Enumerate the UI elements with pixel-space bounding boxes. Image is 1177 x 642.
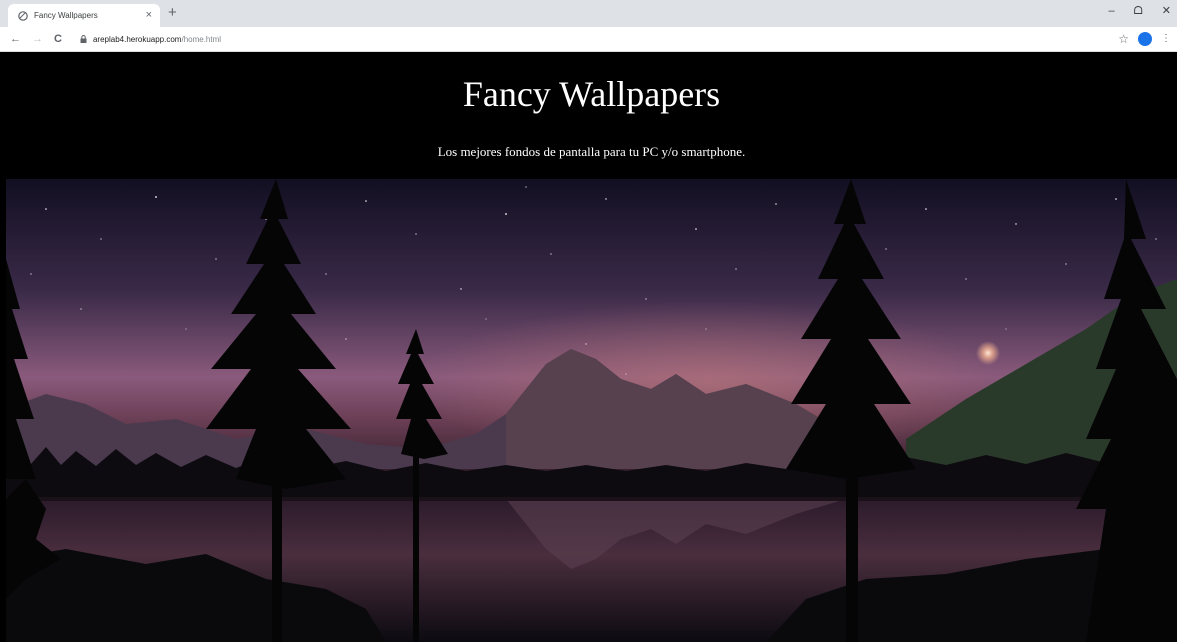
reload-icon[interactable]: C — [54, 33, 62, 45]
browser-tab[interactable]: Fancy Wallpapers × — [8, 4, 160, 27]
kebab-menu-icon[interactable]: ⋮ — [1161, 34, 1171, 44]
url-path: /home.html — [181, 34, 222, 44]
profile-avatar[interactable] — [1138, 32, 1152, 46]
browser-tab-strip: Fancy Wallpapers × + – ᗝ ✕ — [0, 0, 1177, 27]
globe-icon — [18, 10, 28, 21]
tab-title: Fancy Wallpapers — [34, 11, 98, 20]
url-host: areplab4.herokuapp.com — [92, 34, 182, 44]
lock-icon — [80, 35, 87, 43]
minimize-button[interactable]: – — [1109, 6, 1115, 17]
forward-arrow-icon[interactable]: → — [32, 33, 43, 45]
page-header: Fancy Wallpapers Los mejores fondos de p… — [6, 52, 1177, 179]
web-page: Fancy Wallpapers Los mejores fondos de p… — [6, 52, 1177, 642]
page-subtitle: Los mejores fondos de pantalla para tu P… — [437, 144, 746, 159]
back-arrow-icon[interactable]: ← — [10, 33, 21, 45]
window-close-button[interactable]: ✕ — [1162, 6, 1171, 17]
bright-star — [976, 341, 1000, 365]
address-bar[interactable]: areplab4.herokuapp.com/home.html — [74, 30, 1094, 48]
wallpaper-illustration — [6, 179, 1177, 642]
wallpaper-hero-image — [6, 179, 1177, 642]
browser-toolbar: ← → C areplab4.herokuapp.com/home.html ☆… — [0, 27, 1177, 52]
window-controls: – ᗝ ✕ — [1109, 6, 1171, 17]
close-icon[interactable]: × — [146, 10, 152, 21]
star-icon[interactable]: ☆ — [1118, 33, 1129, 45]
maximize-button[interactable]: ᗝ — [1134, 6, 1143, 17]
page-title: Fancy Wallpapers — [462, 74, 721, 114]
toolbar-actions: ☆ ⋮ — [1118, 32, 1171, 46]
plus-icon[interactable]: + — [168, 5, 177, 20]
